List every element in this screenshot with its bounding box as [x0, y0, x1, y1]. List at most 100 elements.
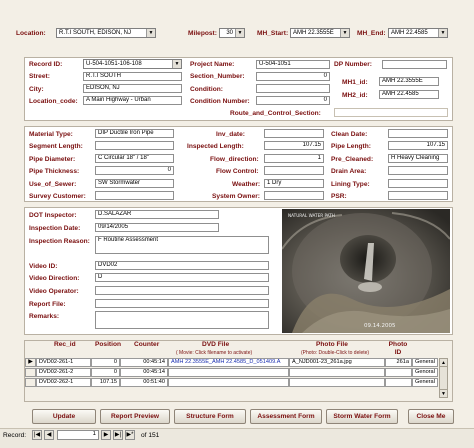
- inspection-reason-field[interactable]: F Routine Assessment: [95, 236, 269, 254]
- location-combo[interactable]: R.T.I SOUTH, EDISON, NJ ▼: [56, 28, 156, 38]
- section-number-field[interactable]: 0: [256, 72, 330, 81]
- milepost-combo[interactable]: 30 ▼: [219, 28, 245, 38]
- pipe-length-field[interactable]: 107.15: [388, 141, 448, 150]
- video-operator-field[interactable]: [95, 286, 269, 295]
- next-record-icon[interactable]: ▶: [101, 430, 111, 440]
- drain-area-field[interactable]: [388, 166, 448, 175]
- table-row-position[interactable]: 0: [91, 358, 120, 367]
- current-record-input[interactable]: 1: [57, 430, 99, 440]
- table-row-dvd-file[interactable]: AMH 22.3555E_AMH 22.4585_D_051409.A: [168, 358, 289, 367]
- use-of-sewer-field[interactable]: SW Stormwater: [95, 179, 174, 188]
- pipe-diameter-field[interactable]: C Circular 18" / 18": [95, 154, 174, 163]
- mh-end-label: MH_End:: [357, 30, 386, 37]
- flow-control-label: Flow Control:: [216, 168, 259, 175]
- table-row-extra[interactable]: General: [412, 378, 438, 387]
- condition-field[interactable]: [256, 84, 330, 93]
- previous-record-icon[interactable]: ◀: [44, 430, 54, 440]
- mh-start-combo[interactable]: AMH 22.3555E ▼: [290, 28, 350, 38]
- table-row-photo-file[interactable]: A_NJD001-23_261a.jpg: [289, 358, 385, 367]
- table-row-dvd-file[interactable]: [168, 378, 289, 387]
- pre-cleaned-field[interactable]: H Heavy Cleaning: [388, 154, 448, 163]
- report-file-field[interactable]: [95, 299, 269, 308]
- scroll-down-icon[interactable]: ▼: [440, 389, 447, 397]
- table-row-dvd-file[interactable]: [168, 368, 289, 377]
- video-direction-field[interactable]: D: [95, 273, 269, 282]
- table-row-extra[interactable]: General: [412, 358, 438, 367]
- pipe-inspection-photo[interactable]: NATURAL WATER PATH 09.14.2005: [282, 209, 450, 333]
- pre-cleaned-label: Pre_Cleaned:: [331, 156, 374, 163]
- report-preview-button[interactable]: Report Preview: [100, 409, 170, 424]
- weather-field[interactable]: 1 Dry: [264, 179, 324, 188]
- inv-date-field[interactable]: [264, 129, 324, 138]
- flow-control-field[interactable]: [264, 166, 324, 175]
- route-section-label: Route_and_Control_Section:: [230, 110, 321, 117]
- table-row-position[interactable]: 107.15: [91, 378, 120, 387]
- mh-end-combo[interactable]: AMH 22.4585 ▼: [388, 28, 448, 38]
- table-row-photo-file[interactable]: [289, 378, 385, 387]
- survey-customer-field[interactable]: [95, 191, 174, 200]
- table-row-rec-id[interactable]: DVD02-262-1: [36, 378, 91, 387]
- table-row-photo-id[interactable]: [385, 378, 412, 387]
- row-selector[interactable]: [25, 368, 36, 377]
- lining-type-field[interactable]: [388, 179, 448, 188]
- chevron-down-icon[interactable]: ▼: [340, 29, 349, 37]
- row-selector-current[interactable]: ▶: [25, 358, 36, 367]
- grid-scrollbar[interactable]: ▲ ▼: [439, 358, 448, 398]
- psr-field[interactable]: [388, 191, 448, 200]
- dp-number-field[interactable]: [382, 60, 447, 69]
- table-row-extra[interactable]: Genoral: [412, 368, 438, 377]
- route-section-field[interactable]: [334, 108, 448, 117]
- chevron-down-icon[interactable]: ▼: [438, 29, 447, 37]
- system-owner-field[interactable]: [264, 191, 324, 200]
- table-row-counter[interactable]: 00:45:14: [120, 368, 168, 377]
- structure-form-button[interactable]: Structure Form: [174, 409, 246, 424]
- inspected-length-field[interactable]: 107.15: [264, 141, 324, 150]
- project-name-field[interactable]: U-504-1051: [256, 60, 330, 69]
- storm-water-form-button[interactable]: Storm Water Form: [326, 409, 398, 424]
- system-owner-label: System Owner:: [212, 193, 261, 200]
- mh2-field[interactable]: AMH 22.4585: [379, 90, 439, 99]
- dp-number-label: DP Number:: [334, 61, 372, 68]
- record-id-combo[interactable]: U-504-1051-106-108 ▼: [83, 59, 182, 69]
- location-label: Location:: [16, 30, 46, 37]
- material-type-field[interactable]: DIP Ductile Iron Pipe: [95, 129, 174, 138]
- table-row-counter[interactable]: 00:51:40: [120, 378, 168, 387]
- photo-overlay-top: NATURAL WATER PATH: [288, 213, 335, 218]
- table-row-photo-file[interactable]: [289, 368, 385, 377]
- assessment-form-button[interactable]: Assessment Form: [250, 409, 322, 424]
- flow-direction-field[interactable]: 1: [264, 154, 324, 163]
- table-row-rec-id[interactable]: DVD02-261-1: [36, 358, 91, 367]
- street-field[interactable]: R.T.I SOUTH: [83, 72, 182, 81]
- last-record-icon[interactable]: ▶|: [113, 430, 123, 440]
- segment-length-field[interactable]: [95, 141, 174, 150]
- table-row-rec-id[interactable]: DVD02-261-2: [36, 368, 91, 377]
- row-selector[interactable]: [25, 378, 36, 387]
- close-me-button[interactable]: Close Me: [408, 409, 454, 424]
- table-row-counter[interactable]: 00:45:14: [120, 358, 168, 367]
- segment-length-label: Segment Length:: [29, 143, 83, 150]
- chevron-down-icon[interactable]: ▼: [235, 29, 244, 37]
- pipe-thickness-field[interactable]: 0: [95, 166, 174, 175]
- table-row-photo-id[interactable]: [385, 368, 412, 377]
- inspection-date-field[interactable]: 09/14/2005: [95, 223, 219, 232]
- inv-date-label: Inv_date:: [216, 131, 245, 138]
- dot-inspector-field[interactable]: D.SALAZAR: [95, 210, 219, 219]
- clean-date-field[interactable]: [388, 129, 448, 138]
- table-row-position[interactable]: 0: [91, 368, 120, 377]
- mh1-field[interactable]: AMH 22.3555E: [379, 77, 439, 86]
- first-record-icon[interactable]: |◀: [32, 430, 42, 440]
- chevron-down-icon[interactable]: ▼: [172, 60, 181, 68]
- city-label: City:: [29, 86, 44, 93]
- table-row-photo-id[interactable]: 261a: [385, 358, 412, 367]
- remarks-field[interactable]: [95, 311, 269, 329]
- scroll-up-icon[interactable]: ▲: [440, 359, 447, 367]
- update-button[interactable]: Update: [32, 409, 96, 424]
- chevron-down-icon[interactable]: ▼: [146, 29, 155, 37]
- video-id-field[interactable]: DVD02: [95, 261, 269, 270]
- condition-number-field[interactable]: 0: [256, 96, 330, 105]
- location-code-field[interactable]: A Main Highway - Urban: [83, 96, 182, 105]
- project-name-label: Project Name:: [190, 61, 235, 68]
- inspected-length-label: Inspected Length:: [187, 143, 244, 150]
- city-field[interactable]: EDISON, NJ: [83, 84, 182, 93]
- new-record-icon[interactable]: ▶*: [125, 430, 135, 440]
